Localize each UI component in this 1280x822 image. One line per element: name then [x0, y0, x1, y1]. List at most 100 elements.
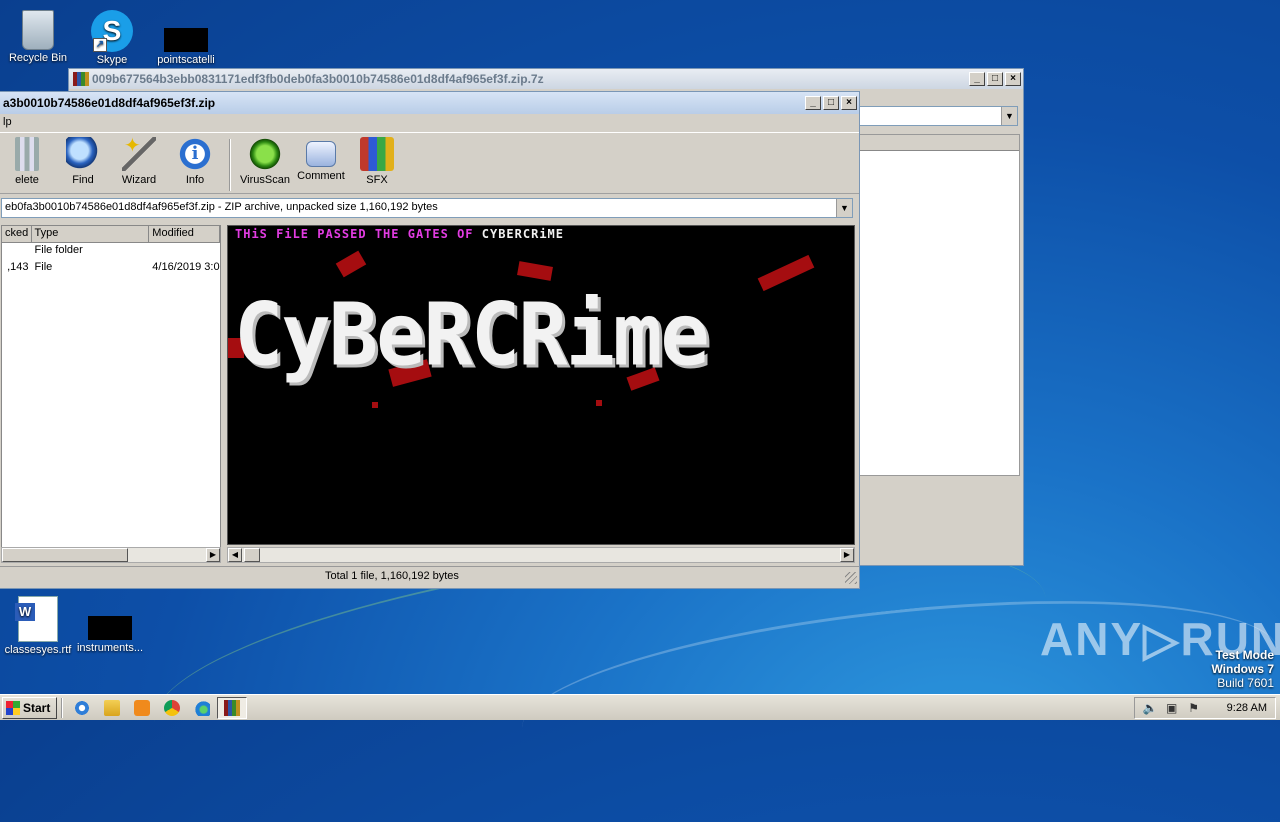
clock[interactable]: 9:28 AM	[1227, 702, 1267, 714]
scroll-right-button[interactable]: ▶	[206, 548, 220, 562]
banner-text: THiS FiLE PASSED THE GATES OF CYBERCRiME	[235, 227, 564, 241]
system-tray: 🔈 ▣ ⚑ 9:28 AM	[1133, 697, 1276, 719]
desktop-icon-instruments[interactable]: instruments...	[72, 596, 148, 654]
comment-icon	[306, 141, 336, 167]
button-label: SFX	[366, 174, 388, 186]
find-button[interactable]: Find	[55, 137, 111, 186]
close-button[interactable]: ×	[841, 96, 857, 110]
file-explorer-icon[interactable]	[97, 697, 127, 719]
desktop-icon-classesyes[interactable]: W classesyes.rtf	[0, 596, 76, 656]
minimize-button[interactable]: _	[805, 96, 821, 110]
banner-text-pink: THiS FiLE PASSED THE GATES OF	[235, 227, 474, 241]
shortcut-arrow-icon: ↗	[93, 38, 107, 52]
menu-bar: lp	[0, 114, 859, 132]
delete-icon	[15, 137, 39, 171]
maximize-button[interactable]: □	[987, 72, 1003, 86]
action-center-flag-icon[interactable]: ⚑	[1187, 701, 1201, 715]
edge-icon[interactable]	[187, 697, 217, 719]
scrollbar-thumb[interactable]	[244, 548, 260, 562]
test-mode-notice: Test Mode Windows 7 Build 7601	[1211, 648, 1274, 690]
address-text: eb0fa3b0010b74586e01d8df4af965ef3f.zip -…	[5, 201, 438, 213]
blank-file-icon	[164, 28, 208, 52]
find-icon	[66, 137, 100, 171]
virusscan-icon	[248, 137, 282, 171]
test-mode-line: Test Mode	[1215, 648, 1274, 662]
sfx-icon	[360, 137, 394, 171]
table-row[interactable]: ,143 File 4/16/2019 3:0	[2, 260, 220, 277]
button-label: VirusScan	[240, 174, 290, 186]
sfx-button[interactable]: SFX	[349, 137, 405, 186]
close-button[interactable]: ×	[1005, 72, 1021, 86]
button-label: elete	[15, 174, 39, 186]
desktop-icon-label: instruments...	[76, 642, 144, 654]
wizard-button[interactable]: Wizard	[111, 133, 167, 186]
chevron-down-icon[interactable]: ▼	[1001, 107, 1017, 125]
button-label: Find	[72, 174, 94, 186]
winrar-icon	[73, 72, 89, 86]
virusscan-button[interactable]: VirusScan	[237, 137, 293, 186]
scroll-left-button[interactable]: ◀	[228, 548, 242, 562]
column-header-packed[interactable]: cked	[2, 226, 32, 242]
media-player-icon[interactable]	[127, 697, 157, 719]
window-titlebar[interactable]: a3b0010b74586e01d8df4af965ef3f.zip _ □ ×	[0, 92, 859, 114]
start-button[interactable]: Start	[2, 696, 58, 719]
desktop-icon-label: pointscatelli	[157, 54, 215, 66]
address-bar[interactable]: eb0fa3b0010b74586e01d8df4af965ef3f.zip -…	[1, 198, 853, 218]
menu-item-help[interactable]: lp	[3, 116, 12, 128]
window-title: a3b0010b74586e01d8df4af965ef3f.zip	[3, 96, 216, 110]
desktop-icon-recycle-bin[interactable]: Recycle Bin	[0, 6, 76, 64]
status-bar: Total 1 file, 1,160,192 bytes	[0, 566, 859, 586]
cell-modified: 4/16/2019 3:0	[152, 261, 220, 273]
build-line: Build 7601	[1217, 676, 1274, 690]
scrollbar-thumb[interactable]	[2, 548, 128, 562]
desktop-icon-label: Skype	[96, 54, 128, 66]
file-viewer[interactable]: THiS FiLE PASSED THE GATES OF CYBERCRiME…	[227, 225, 855, 545]
chrome-icon[interactable]	[157, 697, 187, 719]
cell-type: File folder	[34, 244, 83, 256]
delete-button[interactable]: elete	[0, 137, 55, 186]
file-list-scrollbar[interactable]: ▶	[1, 547, 221, 563]
resize-grip[interactable]	[845, 572, 857, 584]
chevron-down-icon[interactable]: ▼	[836, 199, 852, 217]
button-label: Info	[185, 174, 205, 186]
winrar-taskbar-icon[interactable]	[217, 696, 248, 719]
comment-button[interactable]: Comment	[293, 137, 349, 182]
column-header-type[interactable]: Type	[32, 226, 150, 242]
column-header-modified[interactable]: Modified	[149, 226, 220, 242]
desktop-icon-label: classesyes.rtf	[4, 644, 72, 656]
list-header: cked Type Modified	[2, 226, 220, 243]
table-row[interactable]: File folder	[2, 243, 220, 260]
archive-window[interactable]: a3b0010b74586e01d8df4af965ef3f.zip _ □ ×…	[0, 91, 860, 589]
info-icon: i	[178, 137, 212, 171]
wizard-icon	[122, 133, 156, 171]
cell-packed: ,143	[7, 261, 29, 273]
windows-version-line: Windows 7	[1211, 662, 1274, 676]
desktop-icon-pointscatelli[interactable]: pointscatelli	[148, 6, 224, 66]
button-label: Comment	[297, 170, 345, 182]
blank-file-icon	[88, 616, 132, 640]
toolbar-separator	[229, 139, 231, 191]
desktop-icon-label: Recycle Bin	[8, 52, 68, 64]
window-titlebar[interactable]: 009b677564b3ebb0831171edf3fb0deb0fa3b001…	[69, 69, 1023, 89]
skype-icon: S ↗	[91, 10, 133, 52]
button-label: Wizard	[121, 174, 157, 186]
maximize-button[interactable]: □	[823, 96, 839, 110]
window-title: 009b677564b3ebb0831171edf3fb0deb0fa3b001…	[92, 72, 544, 86]
minimize-button[interactable]: _	[969, 72, 985, 86]
cybercrime-logo: CyBeRCRime	[234, 285, 710, 386]
scroll-right-button[interactable]: ▶	[840, 548, 854, 562]
network-icon[interactable]: ▣	[1165, 701, 1179, 715]
file-list[interactable]: cked Type Modified File folder ,143 File…	[1, 225, 221, 563]
start-label: Start	[23, 700, 51, 715]
banner-text-white: CYBERCRiME	[481, 227, 564, 241]
info-button[interactable]: i Info	[167, 137, 223, 186]
word-document-icon: W	[15, 596, 58, 642]
recycle-bin-icon	[22, 10, 54, 50]
internet-explorer-icon[interactable]	[67, 697, 97, 719]
viewer-scrollbar[interactable]: ◀ ▶	[227, 547, 855, 563]
taskbar: Start 🔈 ▣ ⚑ 9:28 AM	[0, 694, 1280, 720]
speaker-icon[interactable]: 🔈	[1143, 701, 1158, 715]
toolbar: elete Find Wizard i Info VirusScan Comme…	[0, 132, 859, 194]
desktop-icon-skype[interactable]: S ↗ Skype	[74, 6, 150, 66]
taskbar-separator	[61, 697, 64, 718]
